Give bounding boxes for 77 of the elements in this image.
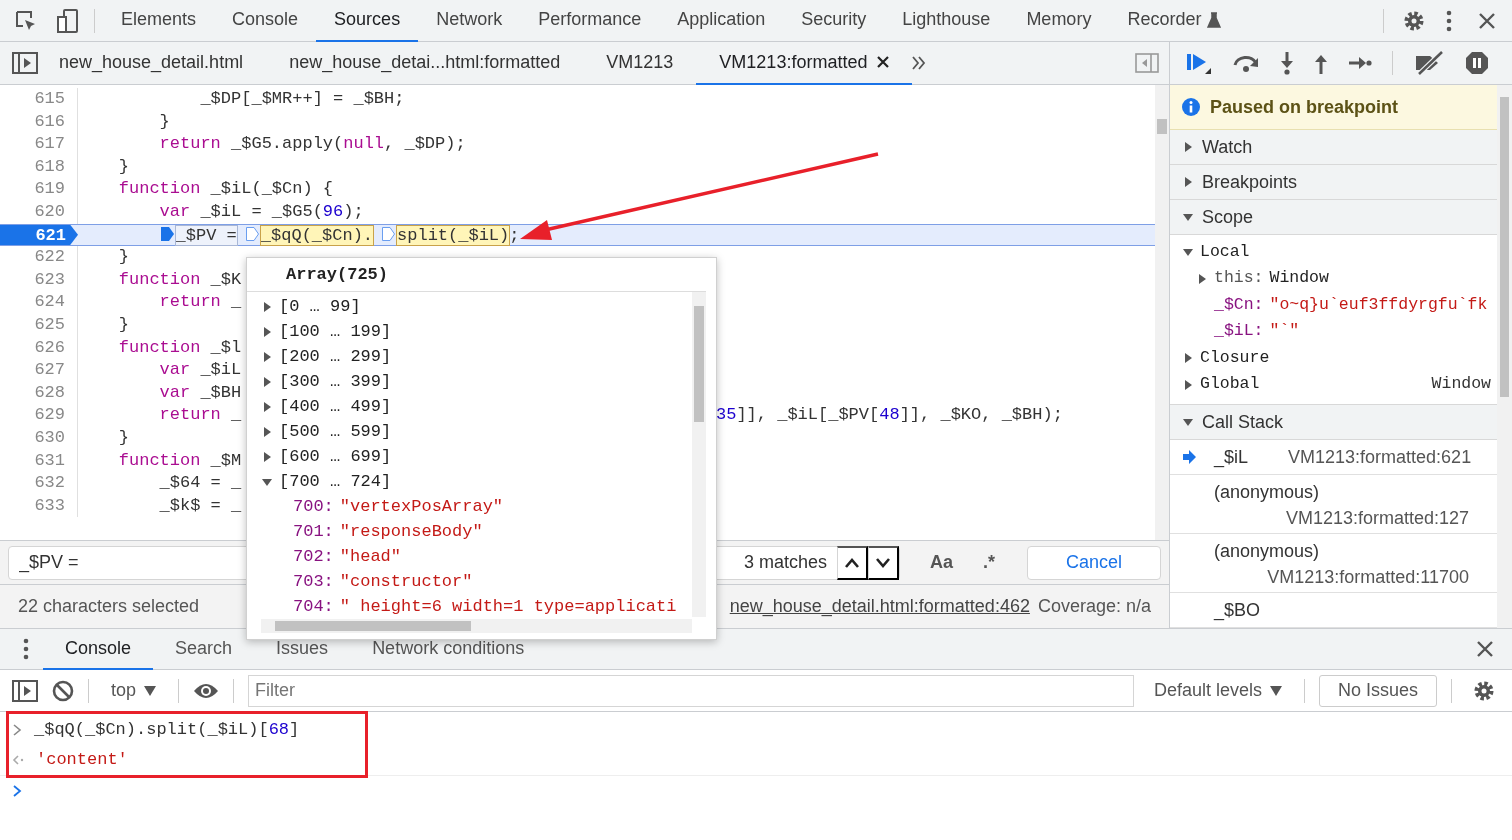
code-line: _$DP[_$MR++] = _$BH; [199,88,405,110]
array-value: "head" [339,545,402,568]
line-number: 625 [0,313,78,337]
frame-name: _$BO [1214,598,1261,623]
line-number: 629 [0,404,78,427]
line-number: 618 [0,155,78,179]
array-index: 704: [293,595,334,618]
variable-value: "`" [1269,320,1300,343]
coverage-status: Coverage: n/a [1037,595,1151,618]
code-line: var _$iL [158,359,242,382]
line-number: 631 [0,449,78,473]
variable-name: _$iL: [1214,320,1264,343]
code-line: function _$l [117,336,242,359]
line-number: 627 [0,359,78,382]
line-number: 632 [0,472,78,495]
code-line: _$64 = _ [158,472,242,495]
code-text: ; [509,225,520,245]
line-number: 623 [0,268,78,292]
variable-name: _$Cn: [1214,293,1264,316]
code-text: 35]], _$iL[_$PV[48]], _$KO, _$BH); [716,404,1063,427]
line-number: 620 [0,200,78,224]
line-number: 619 [0,178,78,201]
section-title: Breakpoints [1202,170,1298,194]
code-line: } [117,246,129,269]
banner-text: Paused on breakpoint [1210,95,1399,119]
variable-value: Window [1269,267,1329,290]
match-count: 3 matches [743,551,827,574]
variable-value: "o~q}u`euf3ffdyrgfu`fk [1269,293,1488,316]
array-index: 700: [293,495,334,518]
code-line: function _$M [117,449,242,472]
highlighted-expression: _$qQ(_$Cn). [260,225,374,245]
line-number: 630 [0,426,78,450]
code-line: _$k$ = _ [158,494,242,517]
array-value: " height=6 width=1 type=applicati [339,595,677,618]
code-line: } [117,426,129,449]
frame-name: (anonymous) [1214,539,1320,563]
frame-location: VM1213:formatted:127 [1284,507,1470,529]
code-line: } [117,155,129,178]
array-index: 703: [293,570,334,593]
frame-name: _$iL [1214,445,1249,470]
code-line: function _$iL(_$Cn) { [117,178,334,201]
code-line: } [117,313,129,336]
code-line: return _ [158,291,242,314]
code-line: var _$BH [158,381,242,404]
code-line: return _ [158,404,242,427]
code-line: return _$G5.apply(null, _$DP); [158,133,466,156]
line-number: 633 [0,494,78,518]
array-index: 702: [293,545,334,568]
code-line: } [158,110,170,133]
console-result: 'content' [36,749,128,772]
line-number: 624 [0,291,78,314]
frame-location: VM1213:formatted:11700 [1266,566,1470,588]
line-number: 616 [0,110,78,134]
array-index: 701: [293,520,334,543]
code-line: var _$iL = _$G5(96); [158,200,364,223]
frame-location: VM1213:formatted:621 [1288,445,1472,469]
line-number: 617 [0,133,78,156]
console-command: _$qQ(_$Cn).split(_$iL)[68] [34,719,300,742]
popover-title: Array(725) [286,263,389,286]
array-value: "responseBody" [339,520,483,543]
array-value: "constructor" [339,570,473,593]
frame-name: (anonymous) [1214,480,1320,504]
line-number: 622 [0,246,78,269]
section-title: Watch [1202,135,1253,159]
array-value: "vertexPosArray" [339,495,504,518]
line-number: 626 [0,336,78,360]
code-line: function _$K [117,268,242,291]
section-title: Scope [1202,205,1254,229]
line-number: 621 [0,224,78,246]
line-number: 628 [0,381,78,405]
selection-status: 22 characters selected [18,595,200,618]
section-title: Call Stack [1202,410,1284,434]
scope-value: Window [1431,373,1491,396]
selected-text: _$PV = [175,225,237,245]
variable-name: this: [1214,267,1264,290]
highlighted-expression: split(_$iL) [397,225,510,245]
line-number: 615 [0,88,78,111]
